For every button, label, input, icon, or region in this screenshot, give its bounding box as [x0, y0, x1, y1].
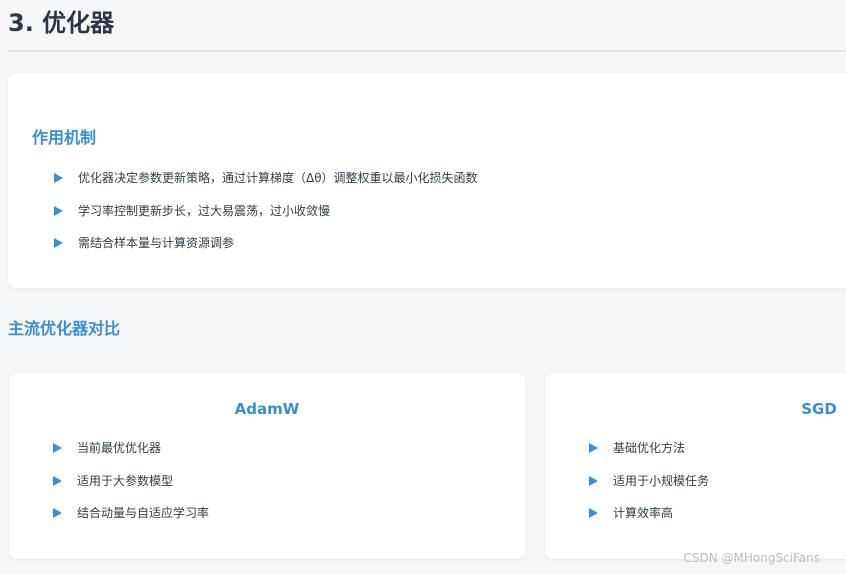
- list-item-text: 计算效率高: [613, 506, 674, 520]
- triangle-bullet-icon: [53, 475, 62, 486]
- list-item-text: 适用于大参数模型: [77, 473, 174, 488]
- triangle-bullet-icon: [589, 508, 598, 518]
- page-title: 3. 优化器: [8, 9, 115, 37]
- triangle-bullet-icon: [54, 238, 63, 248]
- mechanism-list: 优化器决定参数更新策略，通过计算梯度（Δθ）调整权重以最小化损失函数 学习率控制…: [54, 167, 478, 265]
- adamw-list: 当前最优优化器 适用于大参数模型 结合动量与自适应学习率: [53, 437, 209, 535]
- sgd-list: 基础优化方法 适用于小规模任务 计算效率高: [589, 437, 709, 535]
- list-item: 当前最优优化器: [53, 437, 209, 470]
- watermark: CSDN @MHongSciFans: [683, 551, 820, 565]
- list-item-text: 适用于小规模任务: [613, 473, 710, 488]
- list-item: 需结合样本量与计算资源调参: [54, 232, 478, 265]
- optimizer-card-adamw: AdamW 当前最优优化器 适用于大参数模型 结合动量与自适应学习率: [9, 373, 525, 559]
- triangle-bullet-icon: [589, 475, 598, 486]
- triangle-bullet-icon: [589, 443, 598, 453]
- triangle-bullet-icon: [54, 205, 63, 216]
- list-item-text: 需结合样本量与计算资源调参: [78, 236, 235, 250]
- list-item-text: 当前最优优化器: [77, 441, 162, 455]
- list-item: 适用于大参数模型: [53, 470, 209, 503]
- card-title: SGD: [801, 400, 837, 418]
- list-item: 结合动量与自适应学习率: [53, 502, 209, 535]
- optimizer-card-sgd: SGD 基础优化方法 适用于小规模任务 计算效率高: [545, 373, 846, 559]
- list-item: 优化器决定参数更新策略，通过计算梯度（Δθ）调整权重以最小化损失函数: [54, 167, 478, 200]
- card-title: AdamW: [234, 400, 300, 418]
- list-item: 适用于小规模任务: [589, 470, 709, 503]
- triangle-bullet-icon: [53, 443, 62, 453]
- list-item-text: 优化器决定参数更新策略，通过计算梯度（Δθ）调整权重以最小化损失函数: [78, 171, 478, 185]
- list-item: 基础优化方法: [589, 437, 709, 470]
- triangle-bullet-icon: [54, 173, 63, 183]
- triangle-bullet-icon: [53, 508, 62, 518]
- mechanism-card: 作用机制 优化器决定参数更新策略，通过计算梯度（Δθ）调整权重以最小化损失函数 …: [8, 73, 846, 288]
- title-divider: [8, 50, 846, 52]
- list-item: 学习率控制更新步长，过大易震荡，过小收敛慢: [54, 200, 478, 233]
- mechanism-heading: 作用机制: [32, 128, 97, 147]
- list-item-text: 结合动量与自适应学习率: [77, 506, 210, 520]
- list-item-text: 学习率控制更新步长，过大易震荡，过小收敛慢: [78, 203, 331, 218]
- list-item: 计算效率高: [589, 502, 709, 535]
- list-item-text: 基础优化方法: [613, 441, 686, 455]
- comparison-heading: 主流优化器对比: [8, 319, 121, 338]
